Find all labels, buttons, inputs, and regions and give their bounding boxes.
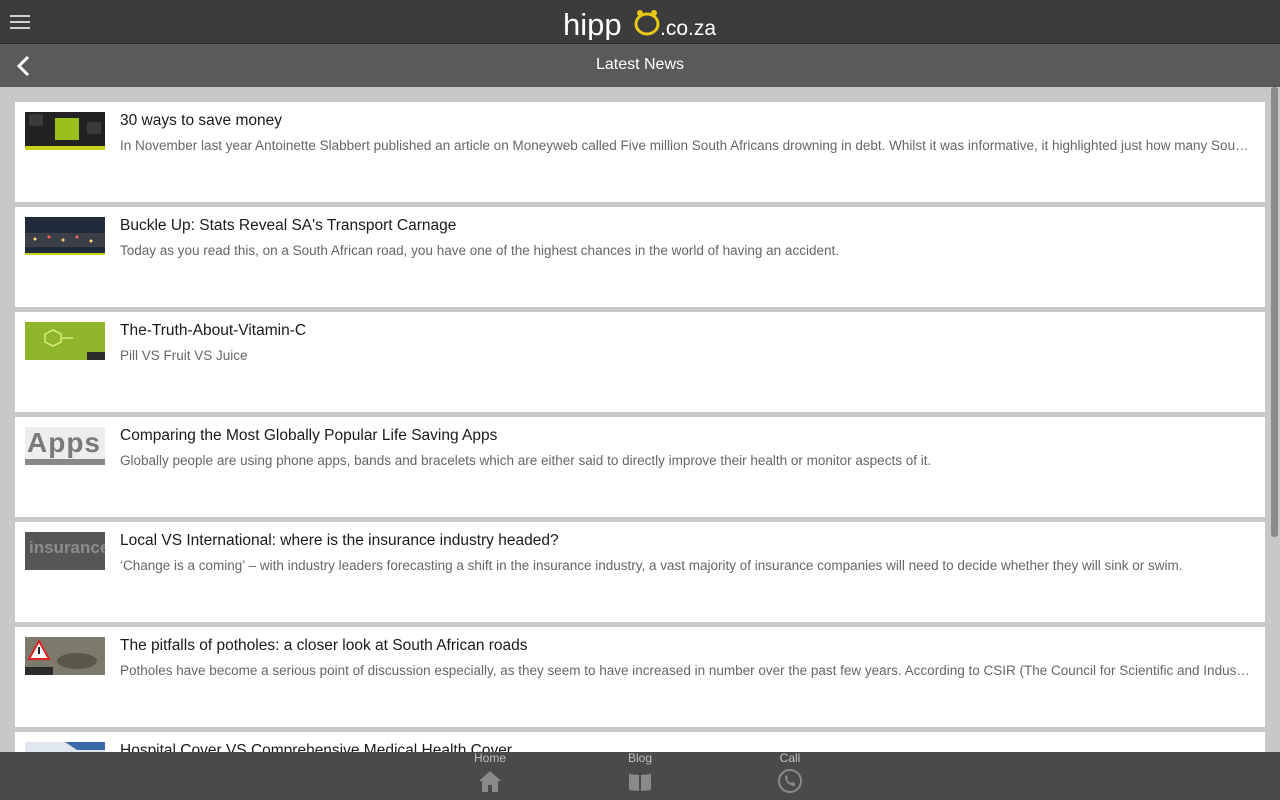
article-title: Buckle Up: Stats Reveal SA's Transport C…	[120, 217, 457, 234]
article-description: Today as you read this, on a South Afric…	[120, 243, 839, 258]
article-thumbnail: Apps	[25, 427, 105, 465]
news-list: 30 ways to save money In November last y…	[15, 102, 1265, 752]
page-title: Latest News	[595, 56, 685, 73]
nav-home-label: Home	[473, 751, 506, 765]
article-thumbnail	[25, 637, 105, 675]
article-description: In November last year Antoinette Slabber…	[120, 138, 1250, 153]
nav-call-button[interactable]: Call	[760, 752, 820, 800]
svg-text:hipp: hipp	[563, 7, 622, 40]
home-icon	[479, 771, 501, 792]
article-title: Local VS International: where is the ins…	[120, 532, 559, 549]
article-title: Hospital Cover VS Comprehensive Medical …	[120, 742, 512, 752]
svg-text:.co.za: .co.za	[660, 17, 716, 40]
news-card[interactable]: 30 ways to save money In November last y…	[15, 102, 1265, 202]
article-thumbnail	[25, 112, 105, 150]
bottom-nav-bar: Home Blog Call	[0, 752, 1280, 800]
book-icon	[629, 774, 651, 791]
menu-icon-line	[10, 21, 30, 23]
article-title: Comparing the Most Globally Popular Life…	[120, 427, 498, 444]
scrollbar[interactable]	[1271, 87, 1278, 537]
top-app-bar: hipp .co.za	[0, 0, 1280, 44]
news-card[interactable]: The pitfalls of potholes: a closer look …	[15, 627, 1265, 727]
article-title: The-Truth-About-Vitamin-C	[120, 322, 307, 339]
article-description: Globally people are using phone apps, ba…	[120, 453, 932, 468]
hippo-logo[interactable]: hipp .co.za	[563, 6, 718, 40]
nav-blog-button[interactable]: Blog	[610, 752, 670, 800]
menu-icon-line	[10, 27, 30, 29]
article-title: 30 ways to save money	[120, 112, 282, 129]
medical-cover-image	[25, 742, 105, 752]
news-card[interactable]: Apps Comparing the Most Globally Popular…	[15, 417, 1265, 517]
keyboard-save-money-image	[25, 112, 105, 150]
apps-thumbnail-text: Apps	[27, 427, 101, 458]
news-card[interactable]: Buckle Up: Stats Reveal SA's Transport C…	[15, 207, 1265, 307]
vitamin-c-image	[25, 322, 105, 360]
article-description: Pill VS Fruit VS Juice	[120, 348, 248, 363]
article-thumbnail	[25, 217, 105, 255]
article-thumbnail: insurance	[25, 532, 105, 570]
traffic-night-image	[25, 217, 105, 255]
hippo-logo-mark: hipp .co.za	[563, 7, 716, 40]
nav-call-label: Call	[779, 751, 801, 765]
title-bar: Latest News	[0, 44, 1280, 87]
phone-icon	[778, 769, 802, 793]
insurance-thumbnail-text: insurance	[29, 538, 105, 557]
thumbnail-footer-strip	[25, 459, 105, 465]
pothole-road-image	[25, 637, 105, 675]
news-card[interactable]: The-Truth-About-Vitamin-C Pill VS Fruit …	[15, 312, 1265, 412]
article-description: ‘Change is a coming’ – with industry lea…	[120, 558, 1183, 573]
news-feed[interactable]: 30 ways to save money In November last y…	[0, 87, 1280, 752]
news-card[interactable]: insurance Local VS International: where …	[15, 522, 1265, 622]
app-root: hipp .co.za Latest News 30 ways to save …	[0, 0, 1280, 800]
news-card[interactable]: Hospital Cover VS Comprehensive Medical …	[15, 732, 1265, 752]
hamburger-menu-button[interactable]	[8, 10, 32, 34]
nav-blog-label: Blog	[627, 751, 653, 765]
article-title: The pitfalls of potholes: a closer look …	[120, 637, 528, 654]
article-thumbnail	[25, 742, 105, 752]
nav-home-button[interactable]: Home	[460, 752, 520, 800]
menu-icon-line	[10, 15, 30, 17]
article-description: Potholes have become a serious point of …	[120, 663, 1250, 678]
article-thumbnail	[25, 322, 105, 360]
